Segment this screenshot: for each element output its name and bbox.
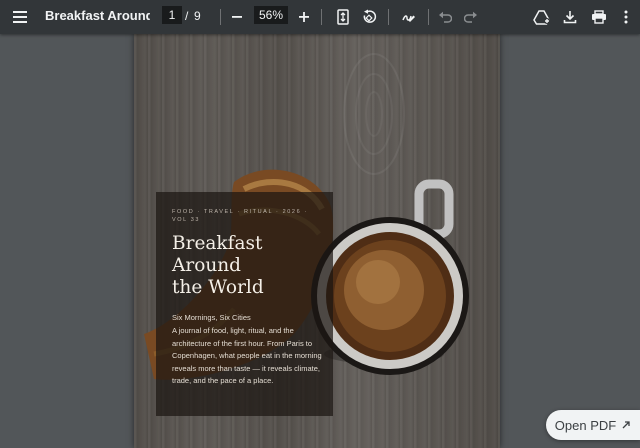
pdf-page: FOOD · TRAVEL · RITUAL · 2026 · VOL 33 B… [134, 34, 500, 448]
open-pdf-label: Open PDF [554, 417, 617, 433]
page-total: 9 [194, 9, 201, 23]
zoom-level-input[interactable] [254, 6, 288, 24]
drive-save-icon[interactable] [530, 5, 554, 29]
toolbar-divider [428, 9, 429, 25]
pdf-toolbar: Breakfast Around ... / 9 [0, 0, 640, 34]
annotate-pen-icon[interactable] [397, 5, 421, 29]
print-icon[interactable] [587, 5, 611, 29]
hamburger-menu-icon[interactable] [8, 5, 32, 29]
toolbar-divider [220, 9, 221, 25]
download-icon[interactable] [558, 5, 582, 29]
zoom-out-icon[interactable] [225, 5, 249, 29]
document-title: Breakfast Around ... [45, 8, 150, 23]
cover-subheading: Six Mornings, Six Cities [172, 313, 251, 322]
rotate-icon[interactable] [357, 5, 381, 29]
cover-text-card: FOOD · TRAVEL · RITUAL · 2026 · VOL 33 B… [156, 192, 333, 416]
redo-icon[interactable] [459, 5, 483, 29]
toolbar-divider [388, 9, 389, 25]
fit-page-icon[interactable] [331, 5, 355, 29]
undo-icon[interactable] [433, 5, 457, 29]
open-pdf-button[interactable]: Open PDF [546, 410, 640, 440]
pdf-viewer-area[interactable]: FOOD · TRAVEL · RITUAL · 2026 · VOL 33 B… [0, 34, 640, 448]
more-options-icon[interactable] [616, 5, 636, 29]
cover-description: A journal of food, light, ritual, and th… [172, 326, 322, 385]
toolbar-divider [321, 9, 322, 25]
page-separator: / [185, 9, 189, 23]
page-number-input[interactable] [162, 6, 182, 24]
zoom-in-icon[interactable] [292, 5, 316, 29]
cover-tagline: FOOD · TRAVEL · RITUAL · 2026 · VOL 33 [172, 209, 311, 223]
external-link-icon [622, 421, 630, 429]
cover-title: Breakfast Around the World [172, 233, 264, 298]
